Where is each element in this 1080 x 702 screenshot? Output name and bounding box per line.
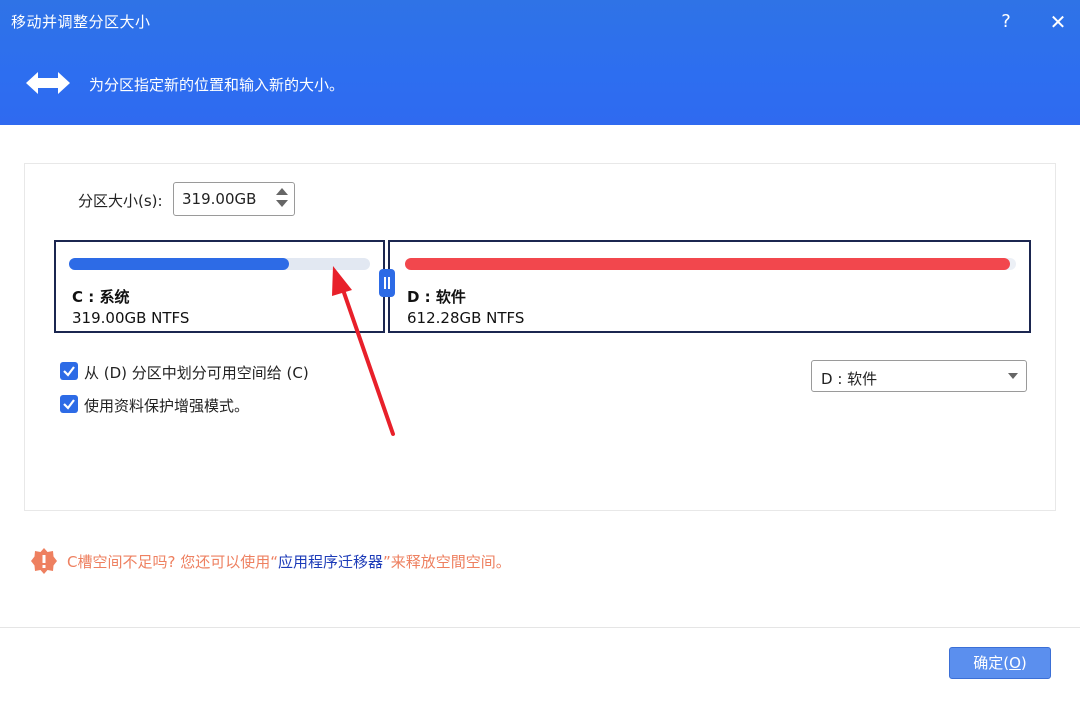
tip-text: C槽空间不足吗? 您还可以使用“应用程序迁移器”来释放空間空间。 xyxy=(67,551,511,572)
allocate-space-label[interactable]: 从 (D) 分区中划分可用空间给 (C) xyxy=(84,362,309,383)
partition-d-block[interactable]: D : 软件 612.28GB NTFS xyxy=(388,240,1031,333)
safe-mode-label[interactable]: 使用资料保护增强模式。 xyxy=(84,395,249,416)
partition-size-value[interactable]: 319.00GB xyxy=(182,190,256,208)
dropdown-arrow-icon xyxy=(1008,373,1018,379)
partition-size-label: 分区大小(s): xyxy=(78,192,163,210)
checkmark-icon xyxy=(63,399,75,410)
help-button[interactable]: ? xyxy=(994,10,1018,34)
tip-suffix: ”来释放空間空间。 xyxy=(383,553,511,571)
partition-c-block[interactable]: C : 系统 319.00GB NTFS xyxy=(54,240,385,333)
partition-c-info: 319.00GB NTFS xyxy=(72,309,190,327)
resize-drag-handle[interactable] xyxy=(379,269,395,297)
ok-shortcut-key: O xyxy=(1009,654,1021,672)
partition-d-usage-fill xyxy=(405,258,1010,270)
safe-mode-checkbox[interactable] xyxy=(60,395,78,413)
size-spinner[interactable] xyxy=(276,188,288,207)
window-title: 移动并调整分区大小 xyxy=(11,13,151,31)
ok-label: 确定( xyxy=(973,654,1010,672)
partition-c-usage-fill xyxy=(69,258,289,270)
partition-d-usage-track xyxy=(405,258,1016,270)
source-partition-select[interactable]: D : 软件 xyxy=(811,360,1027,392)
dialog-header: 移动并调整分区大小 ? ✕ 为分区指定新的位置和输入新的大小。 xyxy=(0,0,1080,125)
dialog-subtitle: 为分区指定新的位置和输入新的大小。 xyxy=(89,76,345,94)
spin-up-icon[interactable] xyxy=(276,188,288,195)
ok-label-close: ) xyxy=(1020,654,1027,672)
spin-down-icon[interactable] xyxy=(276,200,288,207)
partition-c-usage-track xyxy=(69,258,370,270)
partition-d-name: D : 软件 xyxy=(407,288,466,306)
allocate-space-checkbox[interactable] xyxy=(60,362,78,380)
double-arrow-icon xyxy=(26,72,70,94)
footer-divider xyxy=(0,627,1080,628)
checkmark-icon xyxy=(63,366,75,377)
warning-gear-icon xyxy=(31,548,57,574)
app-migration-link[interactable]: 应用程序迁移器 xyxy=(278,553,383,571)
partition-size-input[interactable]: 319.00GB xyxy=(173,182,295,216)
close-button[interactable]: ✕ xyxy=(1046,10,1070,34)
source-partition-value: D : 软件 xyxy=(821,370,878,388)
ok-button[interactable]: 确定(O) xyxy=(949,647,1051,679)
partition-c-name: C : 系统 xyxy=(72,288,130,306)
partition-d-info: 612.28GB NTFS xyxy=(407,309,525,327)
tip-prefix: C槽空间不足吗? 您还可以使用“ xyxy=(67,553,278,571)
